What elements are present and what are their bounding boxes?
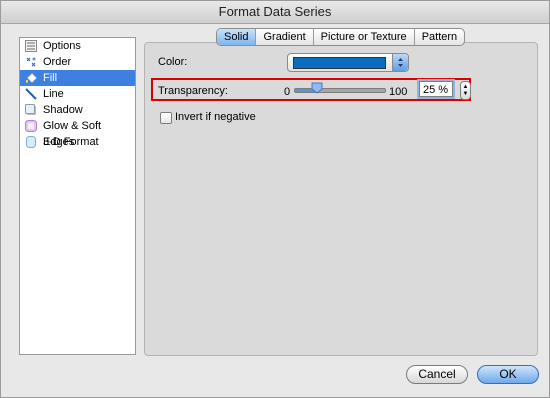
invert-if-negative-label: Invert if negative [175,111,256,123]
sidebar-item-order[interactable]: Order [20,54,135,70]
transparency-slider-knob[interactable] [311,82,323,94]
sidebar-item-label: Options [43,40,81,52]
stepper-up-icon[interactable]: ▲ [461,84,470,90]
color-label: Color: [158,56,188,68]
tab-pattern[interactable]: Pattern [413,29,464,45]
color-picker[interactable] [287,53,409,72]
up-down-arrow-icon [398,58,403,67]
sidebar-item-line[interactable]: Line [20,86,135,102]
sidebar-item-fill[interactable]: Fill [20,70,135,86]
tab-solid[interactable]: Solid [217,29,256,45]
3d-format-icon [26,136,36,148]
fill-bucket-icon [26,73,37,83]
transparency-slider[interactable] [294,88,386,93]
tab-gradient[interactable]: Gradient [255,29,312,45]
cancel-button[interactable]: Cancel [406,365,468,384]
line-icon [25,88,37,100]
sidebar-item-label: Line [43,88,64,100]
sidebar-item-label: Shadow [43,104,83,116]
format-data-series-dialog: Format Data Series Options Order Fill Li… [0,0,550,398]
stepper-down-icon[interactable]: ▼ [461,91,470,97]
sidebar-item-label: Order [43,56,72,68]
shadow-icon [25,104,36,115]
sidebar-item-label: 3-D Format [43,136,99,148]
slider-max-label: 100 [389,86,408,98]
tab-picture-or-texture[interactable]: Picture or Texture [312,29,414,45]
invert-if-negative-checkbox[interactable] [160,112,172,124]
transparency-label: Transparency: [158,85,228,97]
transparency-stepper[interactable]: ▲ ▼ [460,81,471,100]
fill-type-tabs: Solid Gradient Picture or Texture Patter… [216,28,466,46]
sidebar-item-glow[interactable]: Glow & Soft Edges [20,118,135,148]
transparency-input[interactable]: 25 % [419,81,453,97]
glow-icon [25,120,37,132]
sidebar-item-shadow[interactable]: Shadow [20,102,135,118]
sidebar: Options Order Fill Line Shadow Glow & So… [19,37,136,355]
window-title: Format Data Series [1,1,549,24]
sidebar-item-3d-format[interactable]: 3-D Format [20,134,135,150]
slider-min-label: 0 [284,86,291,98]
sidebar-item-label: Fill [43,72,58,84]
sidebar-item-options[interactable]: Options [20,38,135,54]
color-picker-arrows[interactable] [392,54,408,71]
order-icon [26,57,36,67]
color-swatch [293,57,386,69]
options-icon [25,40,37,52]
ok-button[interactable]: OK [477,365,539,384]
